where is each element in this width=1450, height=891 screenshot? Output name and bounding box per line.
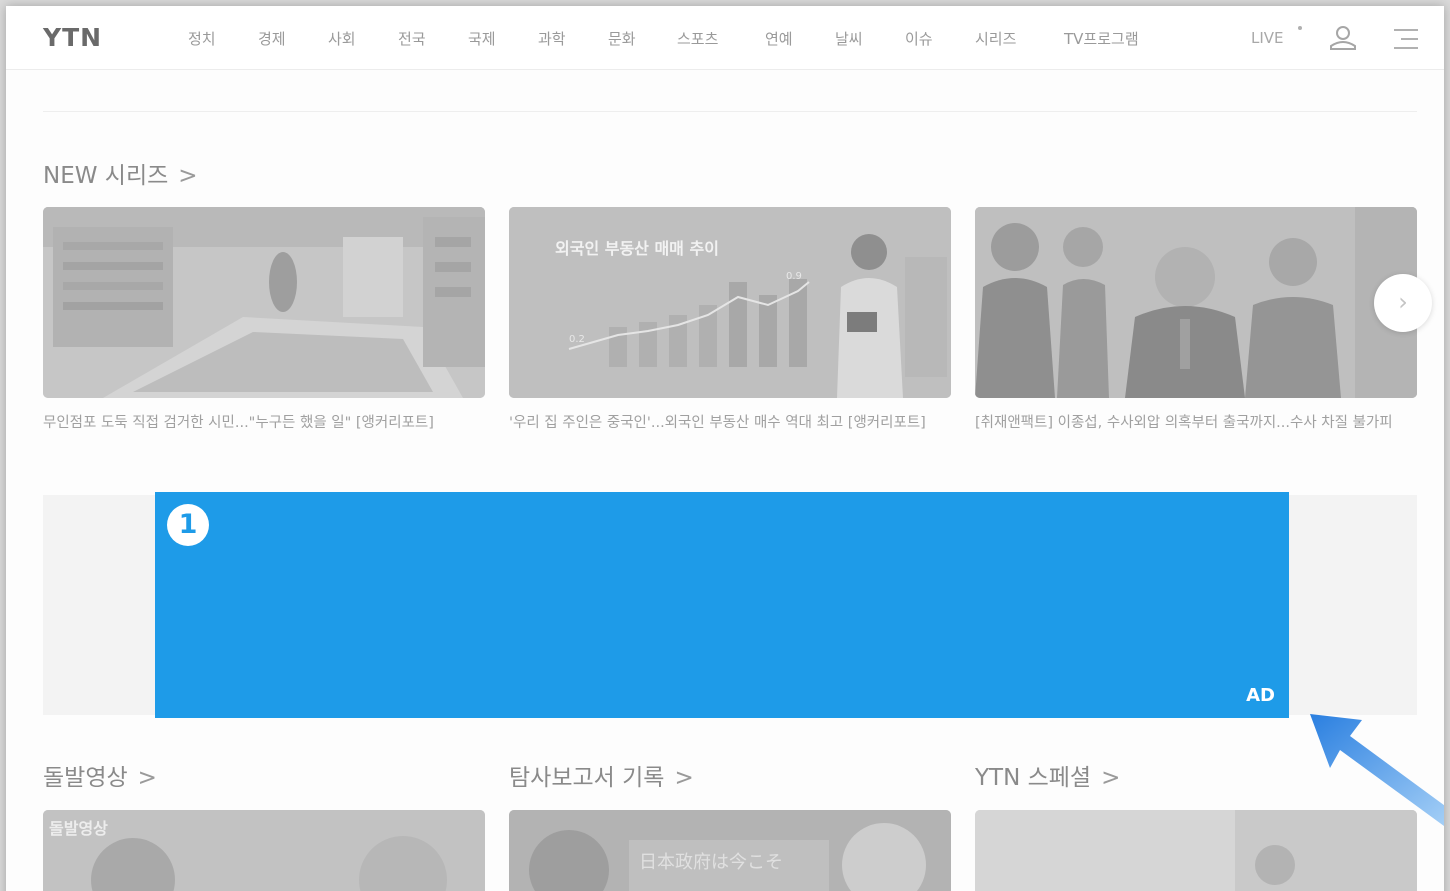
chevron-right-icon: >	[137, 765, 157, 791]
ytn-special-image	[975, 810, 1417, 891]
card-caption[interactable]: '우리 집 주인은 중국인'...외국인 부동산 매수 역대 최고 [앵커리포트…	[509, 412, 951, 435]
section-title-text: 돌발영상	[43, 765, 128, 791]
card-caption[interactable]: [취재앤팩트] 이종섭, 수사외압 의혹부터 출국까지...수사 차질 불가피	[975, 412, 1417, 435]
live-link[interactable]: LIVE	[1251, 29, 1284, 47]
carousel-next-button[interactable]: ›	[1374, 274, 1432, 332]
card-thumbnail[interactable]	[43, 207, 485, 398]
ad-label: AD	[1246, 685, 1275, 706]
nav-item-international[interactable]: 국제	[468, 28, 496, 49]
store-cctv-image	[43, 207, 485, 398]
sudden-video-image: 돌발영상	[43, 810, 485, 891]
nav-item-tv-program[interactable]: TV프로그램	[1064, 28, 1139, 49]
nav-item-entertainment[interactable]: 연예	[765, 28, 793, 49]
officials-walking-image	[975, 207, 1417, 398]
annotation-badge: 1	[167, 504, 209, 546]
nav-item-economy[interactable]: 경제	[258, 28, 286, 49]
series-card-2[interactable]: 외국인 부동산 매매 추이 0.2 0.9 '우리 집 주인은 중국인'...외…	[509, 207, 951, 435]
chevron-right-icon: >	[178, 163, 198, 189]
ytn-logo[interactable]: YTN	[43, 23, 102, 52]
nav-item-politics[interactable]: 정치	[188, 28, 216, 49]
section-divider	[43, 111, 1417, 112]
investigation-image: 日本政府は今こそ	[509, 810, 951, 891]
chart-thumb-end-value: 0.9	[786, 271, 802, 282]
user-icon[interactable]	[1328, 26, 1358, 50]
real-estate-chart-image: 외국인 부동산 매매 추이 0.2 0.9	[509, 207, 951, 398]
sudden-video-thumb-text: 돌발영상	[49, 819, 108, 838]
series-card-1[interactable]: 무인점포 도둑 직접 검거한 시민..."누구든 했을 일" [앵커리포트]	[43, 207, 485, 435]
nav-item-nationwide[interactable]: 전국	[398, 28, 426, 49]
section-title-text: 탐사보고서 기록	[509, 765, 665, 791]
nav-item-series[interactable]: 시리즈	[975, 28, 1016, 49]
section-title-text: YTN 스페셜	[975, 765, 1092, 791]
section-title-ytn-special[interactable]: YTN 스페셜 >	[975, 758, 1120, 792]
section-title-investigation[interactable]: 탐사보고서 기록 >	[509, 758, 694, 792]
new-series-title[interactable]: NEW 시리즈 >	[43, 156, 198, 190]
ytn-special-thumbnail[interactable]	[975, 810, 1417, 891]
card-caption[interactable]: 무인점포 도둑 직접 검거한 시민..."누구든 했을 일" [앵커리포트]	[43, 412, 485, 435]
new-series-title-text: NEW 시리즈	[43, 163, 169, 189]
nav-item-weather[interactable]: 날씨	[835, 28, 863, 49]
hamburger-menu-icon[interactable]	[1392, 28, 1420, 50]
nav-item-sports[interactable]: 스포츠	[677, 28, 718, 49]
investigation-thumbnail[interactable]: 日本政府は今こそ	[509, 810, 951, 891]
live-dot-icon	[1298, 26, 1302, 30]
series-card-3[interactable]: [취재앤팩트] 이종섭, 수사외압 의혹부터 출국까지...수사 차질 불가피	[975, 207, 1417, 435]
chart-thumb-start-value: 0.2	[569, 334, 585, 345]
card-thumbnail[interactable]	[975, 207, 1417, 398]
nav-item-culture[interactable]: 문화	[608, 28, 636, 49]
investigation-thumb-text: 日本政府は今こそ	[639, 852, 783, 873]
pointer-arrow-icon	[1310, 714, 1444, 826]
nav-item-society[interactable]: 사회	[328, 28, 356, 49]
site-header: YTN 정치 경제 사회 전국 국제 과학 문화 스포츠 연예 날씨 이슈 시리…	[6, 6, 1444, 70]
ad-banner[interactable]: 1 AD	[155, 492, 1289, 718]
sudden-video-thumbnail[interactable]: 돌발영상	[43, 810, 485, 891]
chevron-right-icon: >	[674, 765, 694, 791]
browser-page: YTN 정치 경제 사회 전국 국제 과학 문화 스포츠 연예 날씨 이슈 시리…	[6, 6, 1444, 891]
chart-thumb-title: 외국인 부동산 매매 추이	[555, 239, 719, 258]
nav-item-issue[interactable]: 이슈	[905, 28, 933, 49]
section-title-sudden-video[interactable]: 돌발영상 >	[43, 758, 157, 792]
nav-item-science[interactable]: 과학	[538, 28, 566, 49]
card-thumbnail[interactable]: 외국인 부동산 매매 추이 0.2 0.9	[509, 207, 951, 398]
chevron-right-icon: >	[1101, 765, 1121, 791]
